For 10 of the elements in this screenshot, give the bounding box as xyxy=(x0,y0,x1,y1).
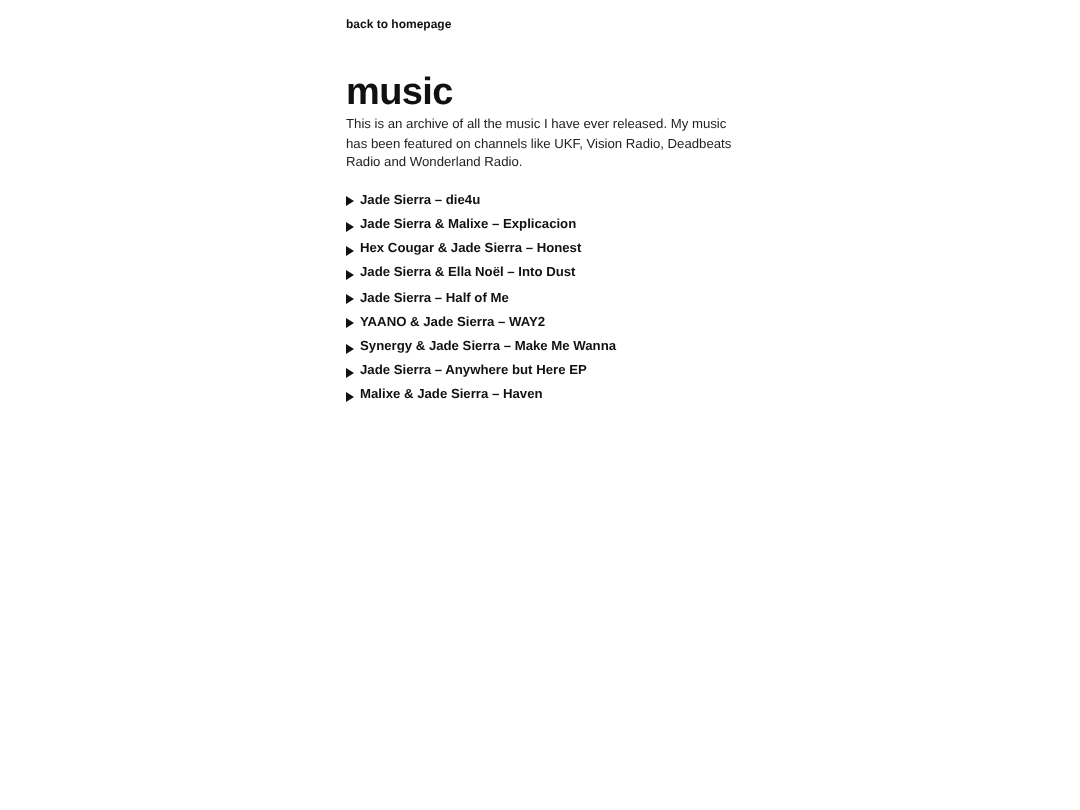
page-title: music xyxy=(346,74,455,114)
disclosure-triangle-icon xyxy=(346,196,354,207)
disclosure-triangle-icon xyxy=(346,391,354,402)
disclosure-triangle-icon xyxy=(346,245,354,256)
disclosure-triangle-icon xyxy=(346,318,354,329)
disclosure-triangle-icon xyxy=(346,294,354,305)
disclosure-triangle-icon xyxy=(346,269,354,280)
disclosure-triangle-icon xyxy=(346,367,354,378)
disclosure-triangle-icon xyxy=(346,221,354,232)
disclosure-triangle-icon xyxy=(346,343,354,353)
